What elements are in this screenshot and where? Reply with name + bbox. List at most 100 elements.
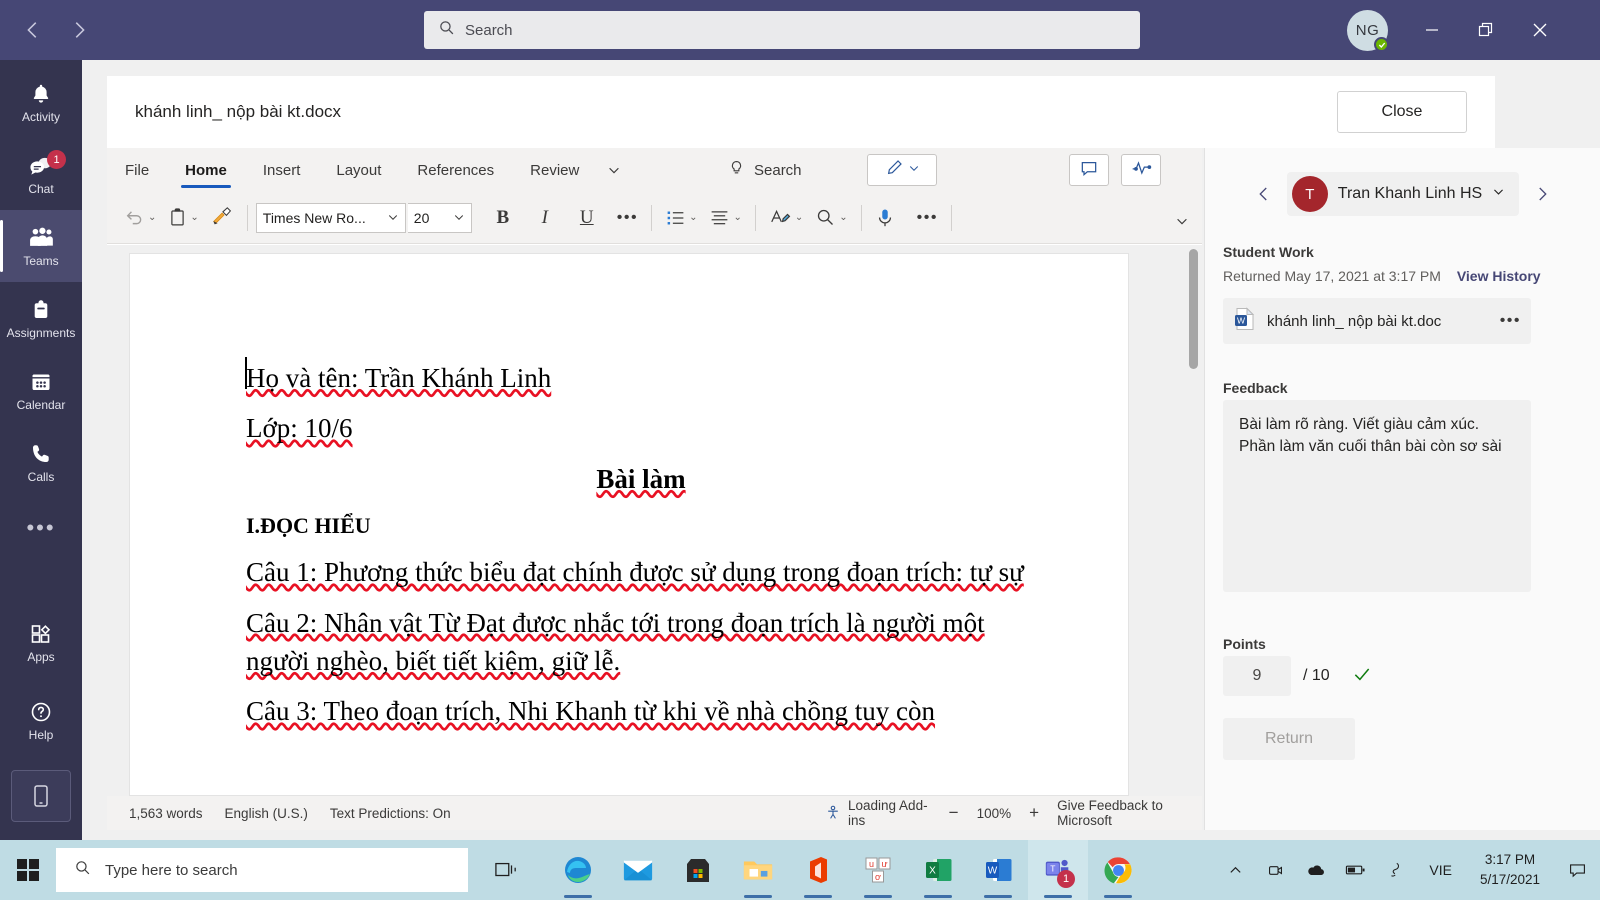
mobile-phone-icon[interactable] — [11, 770, 71, 822]
more-font-options-button[interactable]: ••• — [612, 201, 643, 235]
student-navigator: T Tran Khanh Linh HS — [1205, 168, 1600, 220]
task-view-icon[interactable] — [476, 840, 536, 900]
rail-item-teams[interactable]: Teams — [0, 210, 82, 282]
feedback-text-area[interactable]: Bài làm rõ ràng. Viết giàu cảm xúc. Phần… — [1223, 400, 1531, 592]
document-scroll-area[interactable]: Họ và tên: Trần Khánh Linh Lớp: 10/6 Bài… — [107, 245, 1202, 796]
excel-icon[interactable]: X — [908, 840, 968, 900]
document-title: khánh linh_ nộp bài kt.docx — [135, 102, 342, 121]
comments-button[interactable] — [1069, 154, 1109, 186]
word-count[interactable]: 1,563 words — [129, 806, 203, 821]
search-icon — [74, 859, 91, 881]
svg-text:W: W — [1237, 315, 1245, 325]
attachment-item[interactable]: W khánh linh_ nộp bài kt.doc ••• — [1223, 298, 1531, 344]
edge-icon[interactable] — [548, 840, 608, 900]
forward-button[interactable] — [56, 7, 102, 53]
notification-icon[interactable] — [1554, 840, 1600, 900]
word-icon[interactable]: W — [968, 840, 1028, 900]
teams-icon[interactable]: T 1 — [1028, 840, 1088, 900]
rail-item-apps[interactable]: Apps — [0, 606, 82, 678]
align-button[interactable]: ⌄ — [704, 201, 746, 235]
zoom-level[interactable]: 100% — [977, 806, 1012, 821]
undo-button[interactable]: ⌄ — [119, 201, 161, 235]
microsoft-store-icon[interactable] — [668, 840, 728, 900]
mail-icon[interactable] — [608, 840, 668, 900]
teams-search-bar[interactable]: Search — [424, 11, 1140, 49]
student-selector[interactable]: T Tran Khanh Linh HS — [1286, 172, 1520, 216]
doc-line-q3: Câu 3: Theo đoạn trích, Nhi Khanh từ khi… — [246, 696, 936, 727]
clock[interactable]: 3:17 PM 5/17/2021 — [1466, 850, 1554, 891]
chevron-up-icon[interactable] — [1215, 840, 1255, 900]
chat-unread-badge: 1 — [47, 150, 66, 169]
close-button[interactable]: Close — [1337, 91, 1467, 133]
bold-button[interactable]: B — [488, 201, 518, 235]
tab-file[interactable]: File — [107, 148, 167, 192]
chevron-down-icon[interactable] — [597, 148, 631, 192]
rail-item-calendar[interactable]: Calendar — [0, 354, 82, 426]
language-indicator[interactable]: VIE — [1415, 862, 1466, 878]
font-size-select[interactable]: 20 — [407, 202, 472, 233]
text-predictions-status[interactable]: Text Predictions: On — [330, 806, 451, 821]
language-indicator[interactable]: English (U.S.) — [225, 806, 308, 821]
bullets-button[interactable]: ⌄ — [660, 201, 702, 235]
unikey-icon[interactable]: uươ — [848, 840, 908, 900]
rail-label-help: Help — [28, 728, 54, 742]
attachment-more-button[interactable]: ••• — [1500, 312, 1521, 330]
rail-more-button[interactable]: ••• — [0, 498, 82, 558]
rail-item-help[interactable]: Help — [0, 684, 82, 756]
underline-button[interactable]: U — [572, 201, 602, 235]
loading-addins-label: Loading Add-ins — [848, 798, 928, 828]
window-minimize-button[interactable] — [1409, 0, 1455, 60]
pen-editing-mode-button[interactable] — [867, 154, 937, 186]
italic-button[interactable]: I — [530, 201, 560, 235]
previous-student-button[interactable] — [1251, 185, 1277, 203]
rail-item-activity[interactable]: Activity — [0, 66, 82, 138]
format-painter-button[interactable] — [206, 201, 239, 235]
returned-status: Returned May 17, 2021 at 3:17 PM View Hi… — [1223, 268, 1541, 284]
editing-activity-button[interactable] — [1121, 154, 1161, 186]
text-styles-button[interactable]: ⌄ — [764, 201, 808, 235]
windows-start-icon[interactable] — [0, 840, 56, 900]
tab-home[interactable]: Home — [167, 148, 245, 192]
chevron-down-icon: ⌄ — [689, 212, 698, 223]
word-editor-frame: File Home Insert Layout References Revie… — [107, 148, 1202, 830]
return-button[interactable]: Return — [1223, 718, 1355, 760]
camera-icon[interactable] — [1255, 840, 1295, 900]
zoom-out-button[interactable]: − — [949, 803, 959, 823]
onedrive-icon[interactable] — [1295, 840, 1335, 900]
chrome-icon[interactable] — [1088, 840, 1148, 900]
find-button[interactable]: ⌄ — [810, 201, 852, 235]
ribbon-collapse-button[interactable] — [1170, 210, 1194, 232]
activity-line-icon — [1130, 158, 1152, 183]
avatar[interactable]: NG — [1347, 10, 1389, 52]
rail-item-calls[interactable]: Calls — [0, 426, 82, 498]
points-label: Points — [1223, 636, 1266, 652]
more-commands-button[interactable]: ••• — [912, 201, 943, 235]
view-history-link[interactable]: View History — [1457, 268, 1541, 284]
window-close-button[interactable] — [1517, 0, 1563, 60]
tab-references[interactable]: References — [399, 148, 512, 192]
window-maximize-button[interactable] — [1463, 0, 1509, 60]
next-student-button[interactable] — [1529, 185, 1555, 203]
battery-icon[interactable] — [1335, 840, 1375, 900]
italic-label: I — [541, 206, 548, 228]
tab-layout[interactable]: Layout — [318, 148, 399, 192]
tab-review[interactable]: Review — [512, 148, 597, 192]
pen-tray-icon[interactable] — [1375, 840, 1415, 900]
dictate-button[interactable] — [870, 201, 900, 235]
zoom-in-button[interactable]: + — [1029, 803, 1039, 823]
give-feedback-link[interactable]: Give Feedback to Microsoft — [1057, 798, 1202, 828]
tab-insert[interactable]: Insert — [245, 148, 319, 192]
points-input[interactable] — [1223, 656, 1291, 696]
paste-button[interactable]: ⌄ — [163, 201, 203, 235]
file-explorer-icon[interactable] — [728, 840, 788, 900]
doc-line-section: I.ĐỌC HIỂU — [246, 512, 371, 538]
rail-item-assignments[interactable]: Assignments — [0, 282, 82, 354]
font-name-select[interactable]: Times New Ro... — [255, 202, 406, 233]
rail-item-chat[interactable]: 1 Chat — [0, 138, 82, 210]
ribbon-search[interactable]: Search — [727, 148, 802, 192]
document-scrollbar[interactable] — [1189, 249, 1198, 369]
taskbar-search-box[interactable]: Type here to search — [56, 848, 468, 892]
document-page[interactable]: Họ và tên: Trần Khánh Linh Lớp: 10/6 Bài… — [129, 253, 1129, 796]
office-icon[interactable] — [788, 840, 848, 900]
back-button[interactable] — [10, 7, 56, 53]
